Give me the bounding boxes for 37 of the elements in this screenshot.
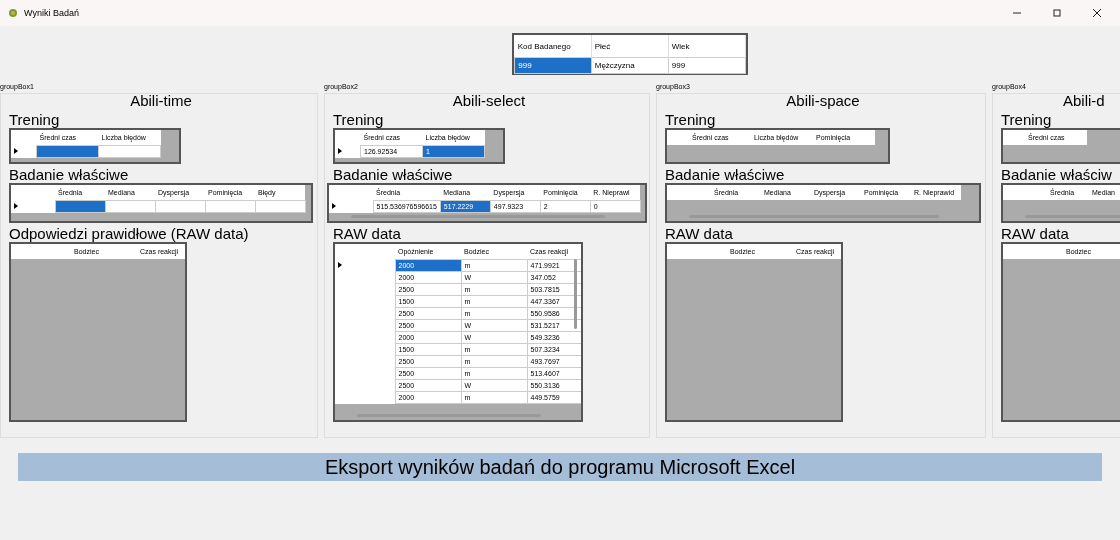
section-heading: Badanie właściwe — [333, 166, 454, 183]
table-cell[interactable]: 999 — [668, 57, 746, 74]
section-heading: Badanie właściwe — [665, 166, 786, 183]
subject-grid[interactable]: Kod Badanego Płeć Wiek 999 Mężczyzna 999 — [512, 33, 748, 75]
panel-title: Abili-select — [451, 92, 527, 109]
column-header[interactable]: Wiek — [668, 35, 746, 58]
table-cell[interactable] — [155, 200, 205, 213]
table-cell[interactable] — [98, 145, 161, 158]
maximize-icon[interactable] — [1052, 8, 1062, 18]
app-icon — [8, 8, 18, 18]
close-icon[interactable] — [1092, 8, 1102, 18]
section-heading: RAW data — [333, 225, 402, 242]
table-cell[interactable] — [55, 200, 105, 213]
panel-title: Abili-space — [785, 92, 861, 109]
section-heading: Trening — [9, 111, 61, 128]
table-cell[interactable]: Mężczyzna — [591, 57, 669, 74]
table-cell[interactable]: 999 — [514, 57, 592, 74]
table-cell[interactable] — [36, 145, 99, 158]
column-header[interactable]: Kod Badanego — [514, 35, 592, 58]
section-heading: Odpowiedzi prawidłowe (RAW data) — [9, 225, 250, 242]
section-heading: RAW data — [1001, 225, 1070, 242]
section-heading: Badanie właściw — [1001, 166, 1113, 183]
column-header[interactable]: Płeć — [591, 35, 669, 58]
table-cell[interactable] — [105, 200, 155, 213]
window-title: Wyniki Badań — [24, 8, 79, 18]
vertical-scrollbar[interactable] — [574, 259, 577, 329]
section-heading: Trening — [333, 111, 385, 128]
panel-title: Abili-d — [1062, 92, 1106, 109]
export-button[interactable]: Eksport wyników badań do programu Microsoft Excel — [18, 453, 1102, 481]
table-cell[interactable] — [205, 200, 255, 213]
section-heading: Trening — [665, 111, 717, 128]
section-heading: Badanie właściwe — [9, 166, 130, 183]
table-cell[interactable] — [255, 200, 305, 213]
section-heading: Trening — [1001, 111, 1053, 128]
section-heading: RAW data — [665, 225, 734, 242]
data-grid[interactable] — [333, 242, 583, 422]
panel-title: Abili-time — [129, 92, 193, 109]
